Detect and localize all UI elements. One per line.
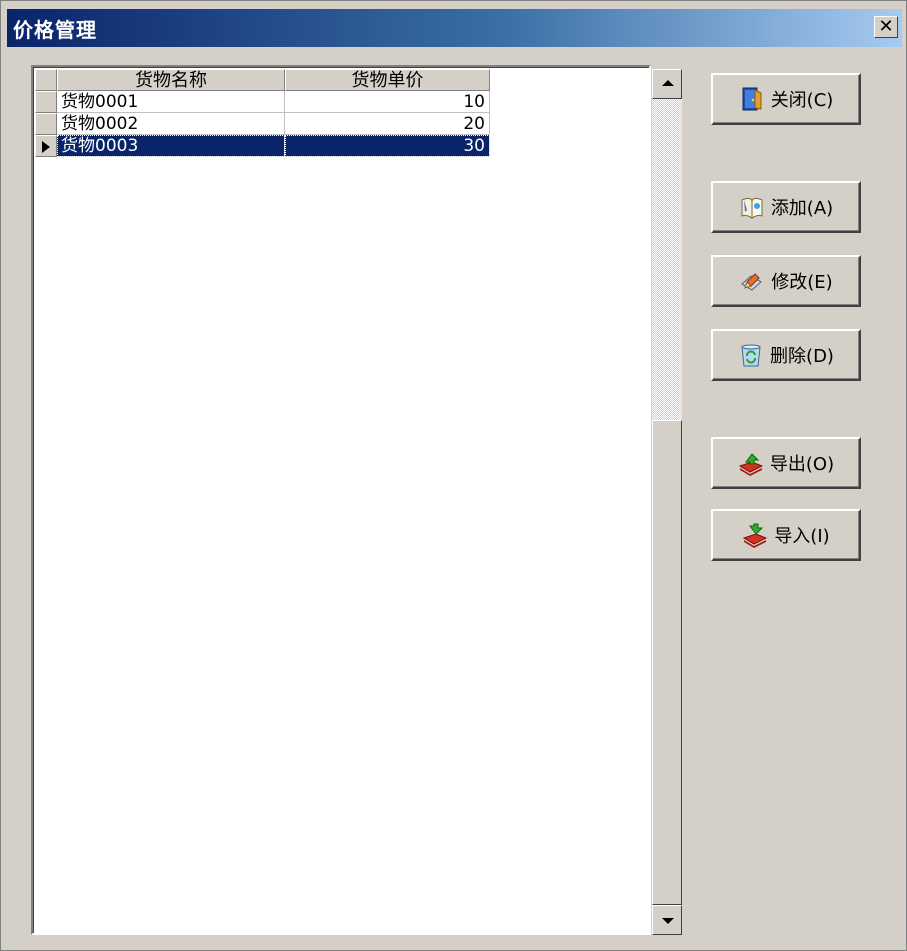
scroll-up-button[interactable] <box>652 69 682 99</box>
column-header-price[interactable]: 货物单价 <box>285 69 490 91</box>
cell-goods-price[interactable]: 10 <box>285 91 490 113</box>
row-indicator[interactable] <box>35 135 57 157</box>
add-button-label: 添加(A) <box>770 198 834 219</box>
arrow-down-icon <box>662 918 674 924</box>
import-books-icon <box>742 522 768 548</box>
edit-button-label: 修改(E) <box>771 272 833 293</box>
close-button[interactable]: 关闭(C) <box>711 73 861 125</box>
delete-button-label: 删除(D) <box>770 346 834 367</box>
scrollbar-thumb[interactable] <box>652 420 682 905</box>
close-button-label: 关闭(C) <box>770 90 834 111</box>
cell-goods-price[interactable]: 30 <box>285 135 490 157</box>
scroll-down-button[interactable] <box>652 905 682 935</box>
column-header-name[interactable]: 货物名称 <box>57 69 285 91</box>
add-book-icon <box>739 194 765 220</box>
export-button[interactable]: 导出(O) <box>711 437 861 489</box>
close-icon: ✕ <box>878 16 894 37</box>
close-window-button[interactable]: ✕ <box>874 16 898 38</box>
row-indicator[interactable] <box>35 91 57 113</box>
current-row-pointer-icon <box>42 141 50 153</box>
title-bar[interactable]: 价格管理 ✕ <box>7 9 902 47</box>
recycle-bin-icon <box>738 342 764 368</box>
import-button[interactable]: 导入(I) <box>711 509 861 561</box>
price-management-window: 价格管理 ✕ 货物名称 货物单价 货物0001 10 货物0002 20 货物0… <box>0 0 907 951</box>
cell-goods-name[interactable]: 货物0003 <box>57 135 285 157</box>
edit-button[interactable]: 修改(E) <box>711 255 861 307</box>
window-title: 价格管理 <box>13 18 97 42</box>
edit-pencil-icon <box>739 268 765 294</box>
arrow-up-icon <box>662 80 674 86</box>
vertical-scrollbar[interactable] <box>652 69 682 935</box>
door-icon <box>739 86 765 112</box>
export-books-icon <box>738 450 764 476</box>
export-button-label: 导出(O) <box>769 454 835 475</box>
row-indicator[interactable] <box>35 113 57 135</box>
add-button[interactable]: 添加(A) <box>711 181 861 233</box>
import-button-label: 导入(I) <box>774 526 830 547</box>
cell-goods-name[interactable]: 货物0002 <box>57 113 285 135</box>
price-grid[interactable]: 货物名称 货物单价 货物0001 10 货物0002 20 货物0003 30 <box>31 65 682 935</box>
header-indicator-cell <box>35 69 57 91</box>
cell-goods-name[interactable]: 货物0001 <box>57 91 285 113</box>
cell-goods-price[interactable]: 20 <box>285 113 490 135</box>
delete-button[interactable]: 删除(D) <box>711 329 861 381</box>
